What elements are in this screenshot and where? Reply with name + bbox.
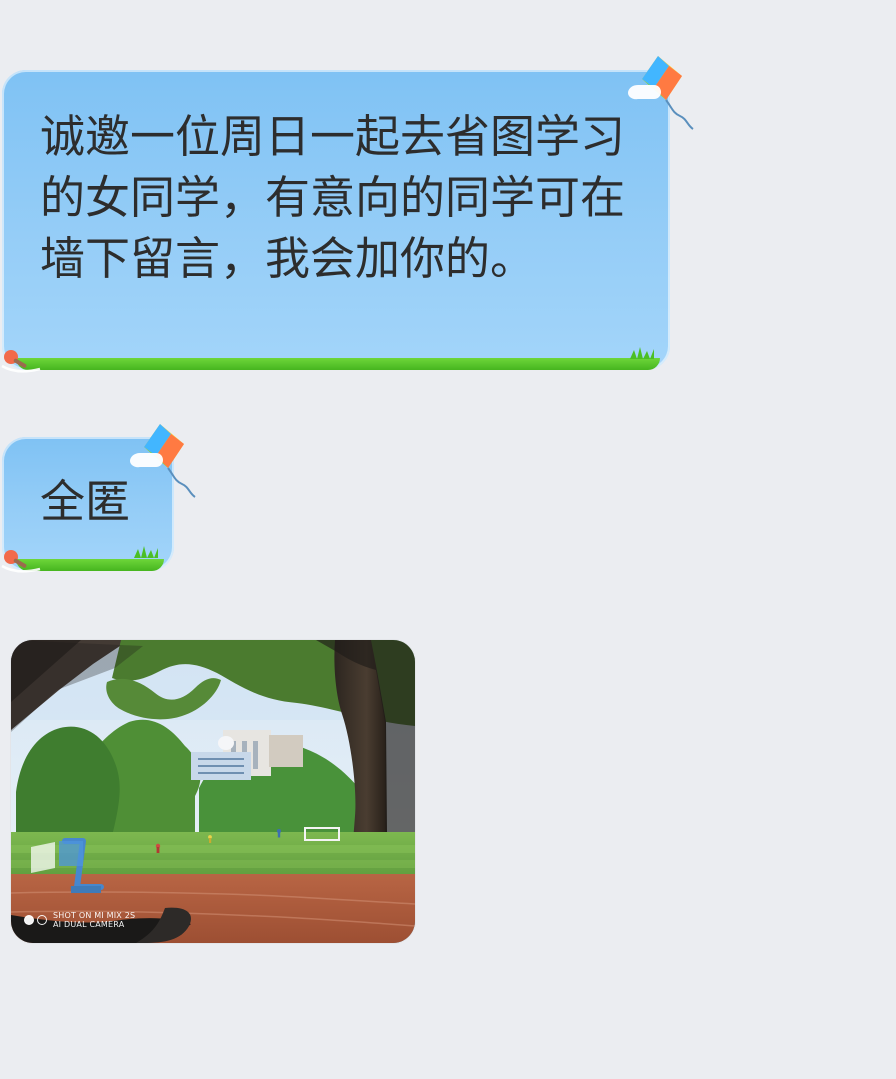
watermark-text: SHOT ON MI MIX 2S AI DUAL CAMERA bbox=[53, 911, 135, 929]
grass-icon bbox=[134, 546, 158, 558]
chat-thread: 诚邀一位周日一起去省图学习的女同学，有意向的同学可在墙下留言，我会加你的。 全匿 bbox=[0, 0, 896, 1079]
pin-icon bbox=[1, 550, 41, 573]
bubble-grass-strip bbox=[16, 358, 660, 370]
watermark-line-1: SHOT ON MI MIX 2S bbox=[53, 911, 136, 920]
message-text: 诚邀一位周日一起去省图学习的女同学，有意向的同学可在墙下留言，我会加你的。 bbox=[40, 110, 626, 285]
kite-icon bbox=[628, 56, 694, 130]
grass-icon bbox=[630, 347, 654, 359]
image-message[interactable]: SHOT ON MI MIX 2S AI DUAL CAMERA bbox=[11, 640, 415, 943]
kite-icon bbox=[130, 424, 196, 498]
field-photo bbox=[11, 640, 415, 943]
camera-dot bbox=[37, 915, 47, 925]
camera-watermark: SHOT ON MI MIX 2S AI DUAL CAMERA bbox=[24, 911, 135, 929]
dual-camera-icon bbox=[24, 915, 47, 925]
camera-dot bbox=[24, 915, 34, 925]
watermark-line-2: AI DUAL CAMERA bbox=[53, 920, 125, 929]
pin-icon bbox=[1, 350, 41, 373]
